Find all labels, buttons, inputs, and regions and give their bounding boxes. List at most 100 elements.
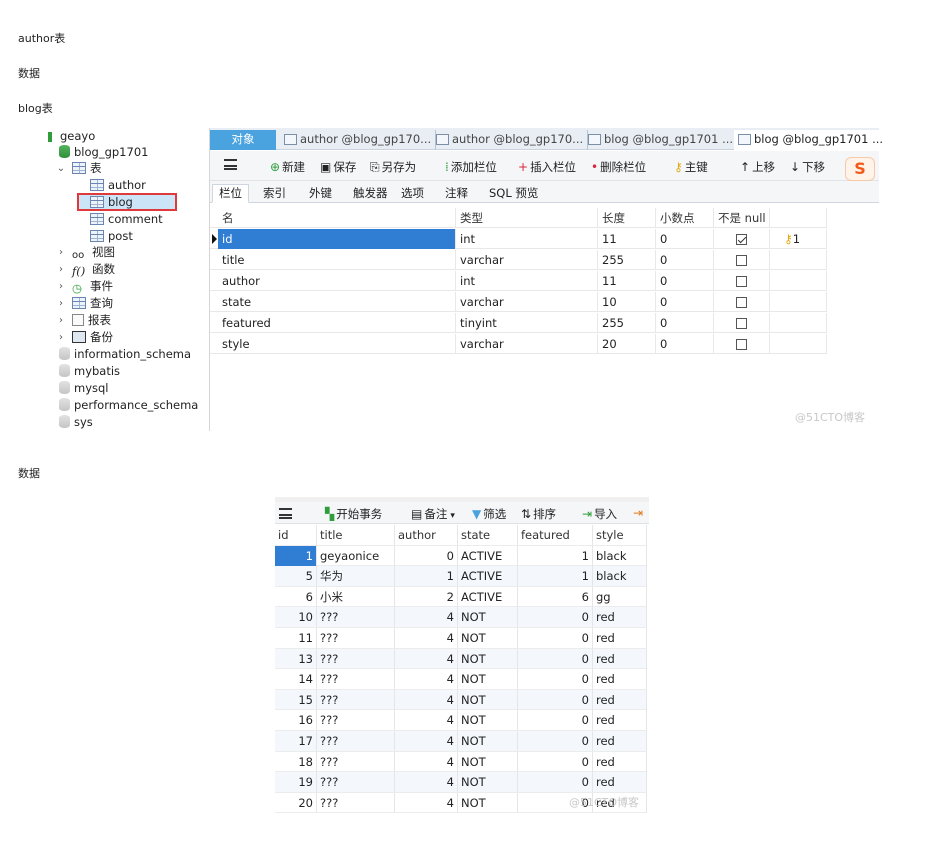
cell-state[interactable]: NOT xyxy=(458,689,518,710)
field-row[interactable]: title varchar 255 0 xyxy=(210,250,827,270)
cell-style[interactable]: red xyxy=(593,731,647,751)
checkbox-icon[interactable] xyxy=(736,276,747,287)
cell-author[interactable]: 4 xyxy=(395,731,458,751)
delete-field-button[interactable]: • 删除栏位 xyxy=(591,159,646,175)
dropdown-arrow-icon[interactable]: ▾ xyxy=(450,511,455,521)
field-type[interactable]: tinyint xyxy=(456,313,598,333)
field-name[interactable]: author xyxy=(218,271,456,291)
insert-field-button[interactable]: + 插入栏位 xyxy=(518,159,576,175)
field-decimals[interactable]: 0 xyxy=(656,271,714,291)
subtab-fields[interactable]: 栏位 xyxy=(212,184,249,203)
subtab-foreign-keys[interactable]: 外键 xyxy=(302,184,339,203)
checkbox-icon[interactable] xyxy=(736,297,747,308)
chevron-right-icon[interactable]: › xyxy=(56,315,66,326)
col-header-featured[interactable]: featured xyxy=(518,525,593,545)
cell-author[interactable]: 4 xyxy=(395,751,458,772)
col-header-type[interactable]: 类型 xyxy=(456,208,598,228)
field-name[interactable]: id xyxy=(218,229,456,249)
cell-author[interactable]: 4 xyxy=(395,669,458,690)
cell-state[interactable]: NOT xyxy=(458,710,518,731)
cell-title[interactable]: ??? xyxy=(317,648,395,669)
cell-id[interactable]: 5 xyxy=(275,566,317,587)
tree-queries[interactable]: 查询 xyxy=(72,295,113,312)
tree-db-performance-schema[interactable]: performance_schema xyxy=(59,397,198,414)
cell-id[interactable]: 6 xyxy=(275,586,317,607)
col-header-length[interactable]: 长度 xyxy=(598,208,656,228)
cell-title[interactable]: ??? xyxy=(317,792,395,813)
checkbox-icon[interactable] xyxy=(736,318,747,329)
subtab-comment[interactable]: 注释 xyxy=(438,184,475,203)
cell-style[interactable]: red xyxy=(593,689,647,710)
subtab-sql-preview[interactable]: SQL 预览 xyxy=(482,184,545,203)
table-row[interactable]: 15??? 4 NOT 0 red xyxy=(275,689,647,711)
cell-style[interactable]: red xyxy=(593,751,647,772)
save-button[interactable]: ▣ 保存 xyxy=(320,159,356,175)
table-row[interactable]: 17??? 4 NOT 0 red xyxy=(275,731,647,752)
field-not-null[interactable] xyxy=(714,334,770,354)
primary-key-button[interactable]: ⚷ 主键 xyxy=(674,159,708,175)
tree-db-sys[interactable]: sys xyxy=(59,414,93,431)
cell-title[interactable]: ??? xyxy=(317,731,395,751)
col-header-author[interactable]: author xyxy=(395,525,458,545)
tree-views[interactable]: oo 视图 xyxy=(72,244,115,261)
cell-id[interactable]: 11 xyxy=(275,628,317,648)
cell-style[interactable]: red xyxy=(593,648,647,669)
table-row[interactable]: 5 华为 1 ACTIVE 1 black xyxy=(275,566,647,587)
tab-author-1[interactable]: author @blog_gp170... xyxy=(280,130,437,150)
tab-blog-design[interactable]: blog @blog_gp1701 ... xyxy=(734,130,888,150)
field-not-null[interactable] xyxy=(714,250,770,270)
cell-id[interactable]: 19 xyxy=(275,772,317,793)
cell-title[interactable]: ??? xyxy=(317,772,395,793)
cell-title[interactable]: geyaonice xyxy=(317,545,395,566)
table-row[interactable]: 16??? 4 NOT 0 red xyxy=(275,710,647,731)
cell-author[interactable]: 4 xyxy=(395,689,458,710)
tree-backups[interactable]: 备份 xyxy=(72,329,113,346)
table-row[interactable]: 14??? 4 NOT 0 red xyxy=(275,669,647,690)
table-row[interactable]: 1 geyaonice 0 ACTIVE 1 black xyxy=(275,545,647,567)
cell-author[interactable]: 4 xyxy=(395,628,458,648)
cell-style[interactable]: red xyxy=(593,772,647,793)
cell-id[interactable]: 15 xyxy=(275,689,317,710)
field-length[interactable]: 11 xyxy=(598,229,656,249)
chevron-right-icon[interactable]: › xyxy=(56,247,66,258)
subtab-indexes[interactable]: 索引 xyxy=(256,184,293,203)
field-type[interactable]: varchar xyxy=(456,334,598,354)
cell-state[interactable]: NOT xyxy=(458,731,518,751)
cell-author[interactable]: 1 xyxy=(395,566,458,587)
chevron-right-icon[interactable]: › xyxy=(56,264,66,275)
chevron-right-icon[interactable]: › xyxy=(56,298,66,309)
note-button[interactable]: ▤ 备注 ▾ xyxy=(411,506,455,522)
table-row[interactable]: 19??? 4 NOT 0 red xyxy=(275,772,647,793)
cell-state[interactable]: NOT xyxy=(458,669,518,690)
cell-author[interactable]: 4 xyxy=(395,607,458,628)
cell-title[interactable]: ??? xyxy=(317,689,395,710)
cell-style[interactable]: red xyxy=(593,710,647,731)
tree-db-mysql[interactable]: mysql xyxy=(59,380,109,397)
cell-state[interactable]: ACTIVE xyxy=(458,566,518,587)
table-row[interactable]: 6 小米 2 ACTIVE 6 gg xyxy=(275,586,647,608)
field-name[interactable]: style xyxy=(218,334,456,354)
new-button[interactable]: ⊕ 新建 xyxy=(270,159,305,175)
cell-title[interactable]: ??? xyxy=(317,710,395,731)
cell-featured[interactable]: 0 xyxy=(518,689,593,710)
tree-reports[interactable]: 报表 xyxy=(72,312,111,329)
cell-style[interactable]: red xyxy=(593,669,647,690)
tab-author-2[interactable]: author @blog_gp170... xyxy=(432,130,589,150)
tree-db-information-schema[interactable]: information_schema xyxy=(59,346,191,363)
field-type[interactable]: varchar xyxy=(456,292,598,312)
cell-featured[interactable]: 6 xyxy=(518,586,593,607)
cell-title[interactable]: ??? xyxy=(317,607,395,628)
menu-icon[interactable] xyxy=(224,159,237,170)
checkbox-icon[interactable] xyxy=(736,255,747,266)
field-row[interactable]: author int 11 0 xyxy=(210,271,827,291)
col-header-state[interactable]: state xyxy=(458,525,518,545)
begin-transaction-button[interactable]: ▚ 开始事务 xyxy=(325,506,382,522)
table-row[interactable]: 18??? 4 NOT 0 red xyxy=(275,751,647,773)
tab-objects[interactable]: 对象 xyxy=(210,130,276,150)
cell-author[interactable]: 4 xyxy=(395,710,458,731)
tree-table-comment[interactable]: comment xyxy=(90,211,163,228)
cell-featured[interactable]: 0 xyxy=(518,607,593,628)
tree-events[interactable]: ◷ 事件 xyxy=(72,278,113,295)
cell-state[interactable]: NOT xyxy=(458,792,518,813)
cell-id[interactable]: 14 xyxy=(275,669,317,690)
